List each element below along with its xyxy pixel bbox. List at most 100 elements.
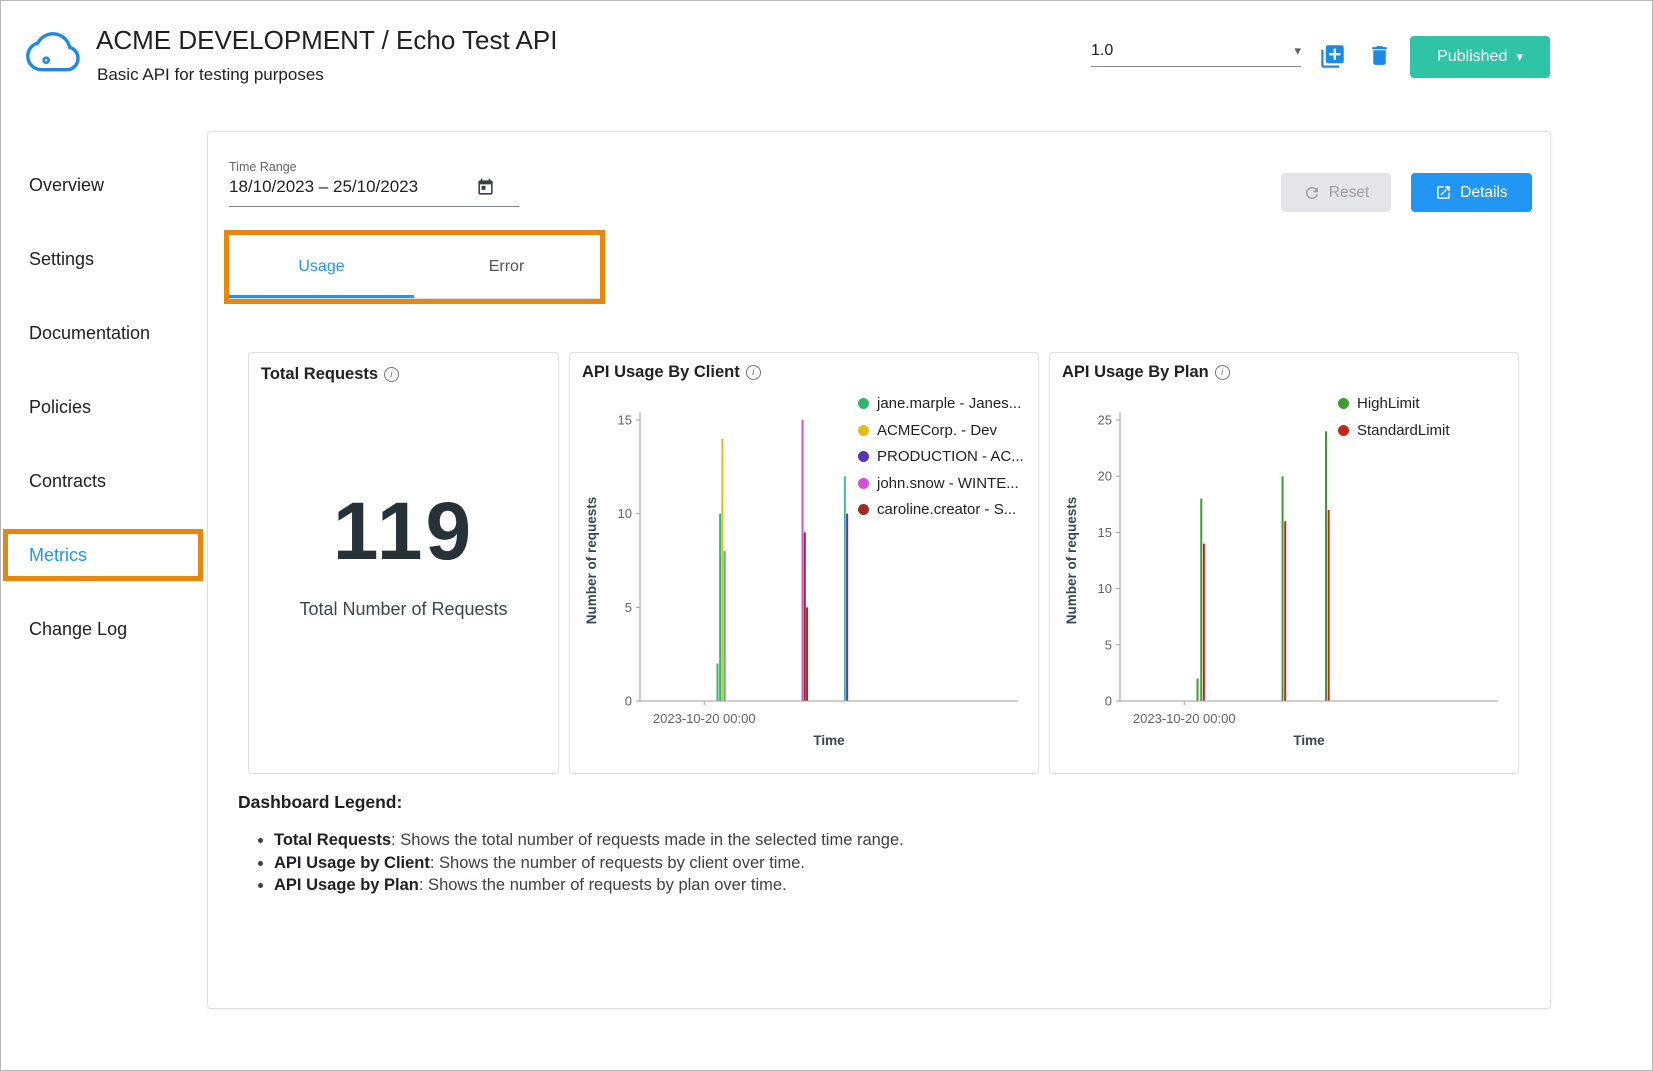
sidebar-item-policies[interactable]: Policies [29,397,91,418]
published-label: Published [1437,48,1507,66]
legend-label: jane.marple - Janes... [877,395,1021,412]
dashboard-legend-list: Total Requests: Shows the total number o… [274,829,904,897]
plan-chart-title: API Usage By Plan [1062,363,1209,382]
library-add-icon [1319,43,1346,70]
legend-item[interactable]: ACMECorp. - Dev [858,422,1024,439]
chevron-down-icon: ▾ [1516,49,1523,65]
annotation-box-metrics: Metrics [3,529,203,581]
api-usage-by-client-card: API Usage By Client i jane.marple - Jane… [569,352,1039,774]
legend-label: caroline.creator - S... [877,501,1016,518]
info-icon[interactable]: i [384,367,399,382]
legend-item[interactable]: PRODUCTION - AC... [858,448,1024,465]
app-window: ACME DEVELOPMENT / Echo Test API Basic A… [0,0,1653,1071]
client-chart-legend: jane.marple - Janes... ACMECorp. - Dev PRO… [858,395,1024,518]
svg-text:15: 15 [1098,525,1112,540]
svg-text:Time: Time [1293,733,1325,748]
svg-text:10: 10 [1098,581,1112,596]
legend-desc: : Shows the number of requests by plan o… [419,876,787,894]
reset-icon [1303,184,1321,202]
svg-text:5: 5 [1105,637,1112,652]
details-button[interactable]: Details [1411,173,1532,212]
legend-item[interactable]: john.snow - WINTE... [858,475,1024,492]
time-range-field[interactable]: Time Range 18/10/2023 – 25/10/2023 [229,160,519,207]
legend-item[interactable]: caroline.creator - S... [858,501,1024,518]
svg-text:20: 20 [1098,469,1112,484]
chevron-down-icon: ▾ [1294,43,1301,59]
svg-text:5: 5 [625,600,632,615]
svg-text:Number of requests: Number of requests [584,497,599,625]
legend-dot [858,398,869,409]
published-button[interactable]: Published ▾ [1410,36,1550,78]
legend-term: Total Requests [274,831,391,849]
reset-button[interactable]: Reset [1281,173,1391,212]
total-requests-title: Total Requests [261,365,378,384]
svg-text:Time: Time [813,733,845,748]
legend-term: API Usage by Plan [274,876,419,894]
dashboard-legend-heading: Dashboard Legend: [238,792,904,813]
dashboard-legend: Dashboard Legend: Total Requests: Shows … [238,792,904,897]
charts-row: Total Requests i 119 Total Number of Req… [248,352,1519,774]
tab-bar: Usage Error [229,235,600,299]
plan-chart: 0 5 10 15 20 25 2023-10-20 00:00 Time Number of … [1062,384,1506,756]
plan-chart-legend: HighLimit StandardLimit [1338,395,1450,439]
calendar-icon[interactable] [476,178,495,197]
total-requests-caption: Total Number of Requests [299,599,507,620]
svg-text:15: 15 [618,413,632,428]
card-title: API Usage By Client i [582,363,1026,382]
svg-text:2023-10-20 00:00: 2023-10-20 00:00 [653,711,756,726]
svg-text:25: 25 [1098,413,1112,428]
svg-text:2023-10-20 00:00: 2023-10-20 00:00 [1133,711,1236,726]
version-value: 1.0 [1091,42,1113,60]
time-range-value: 18/10/2023 – 25/10/2023 [229,177,418,197]
page-subtitle: Basic API for testing purposes [97,65,324,85]
legend-item[interactable]: HighLimit [1338,395,1450,412]
add-version-button[interactable] [1317,41,1348,75]
sidebar: Overview Settings Documentation Policies… [1,131,207,1009]
legend-item[interactable]: jane.marple - Janes... [858,395,1024,412]
card-title: API Usage By Plan i [1062,363,1506,382]
legend-item[interactable]: StandardLimit [1338,422,1450,439]
page-title: ACME DEVELOPMENT / Echo Test API [96,25,557,56]
legend-label: ACMECorp. - Dev [877,422,997,439]
legend-label: StandardLimit [1357,422,1450,439]
legend-term: API Usage by Client [274,854,430,872]
sidebar-item-documentation[interactable]: Documentation [29,323,150,344]
cloud-logo-icon [25,27,81,82]
legend-desc: : Shows the number of requests by client… [430,854,805,872]
sidebar-item-overview[interactable]: Overview [29,175,104,196]
info-icon[interactable]: i [1215,365,1230,380]
svg-text:Number of requests: Number of requests [1064,497,1079,625]
sidebar-item-metrics[interactable]: Metrics [29,545,87,566]
legend-dot [1338,425,1349,436]
legend-dot [1338,398,1349,409]
svg-text:0: 0 [625,694,632,709]
legend-label: john.snow - WINTE... [877,475,1019,492]
api-usage-by-plan-card: API Usage By Plan i HighLimit StandardLim… [1049,352,1519,774]
time-range-label: Time Range [229,160,519,174]
legend-dot [858,425,869,436]
metrics-panel: Time Range 18/10/2023 – 25/10/2023 Reset… [207,131,1551,1009]
delete-button[interactable] [1365,41,1394,73]
tab-usage[interactable]: Usage [229,235,414,298]
info-icon[interactable]: i [746,365,761,380]
legend-dot [858,478,869,489]
legend-label: HighLimit [1357,395,1420,412]
reset-label: Reset [1329,184,1370,202]
total-requests-card: Total Requests i 119 Total Number of Req… [248,352,559,774]
svg-text:10: 10 [618,506,632,521]
version-select[interactable]: 1.0 ▾ [1091,35,1301,67]
legend-label: PRODUCTION - AC... [877,448,1024,465]
sidebar-item-settings[interactable]: Settings [29,249,94,270]
sidebar-item-change-log[interactable]: Change Log [29,619,127,640]
annotation-box-tabs: Usage Error [224,230,605,304]
sidebar-item-contracts[interactable]: Contracts [29,471,106,492]
dashboard-legend-item: API Usage by Client: Shows the number of… [274,852,904,875]
total-requests-body: 119 Total Number of Requests [261,384,546,761]
svg-text:0: 0 [1105,694,1112,709]
legend-dot [858,504,869,515]
details-label: Details [1460,184,1507,202]
tab-error[interactable]: Error [414,235,599,298]
dashboard-legend-item: Total Requests: Shows the total number o… [274,829,904,852]
legend-dot [858,451,869,462]
legend-desc: : Shows the total number of requests mad… [391,831,904,849]
